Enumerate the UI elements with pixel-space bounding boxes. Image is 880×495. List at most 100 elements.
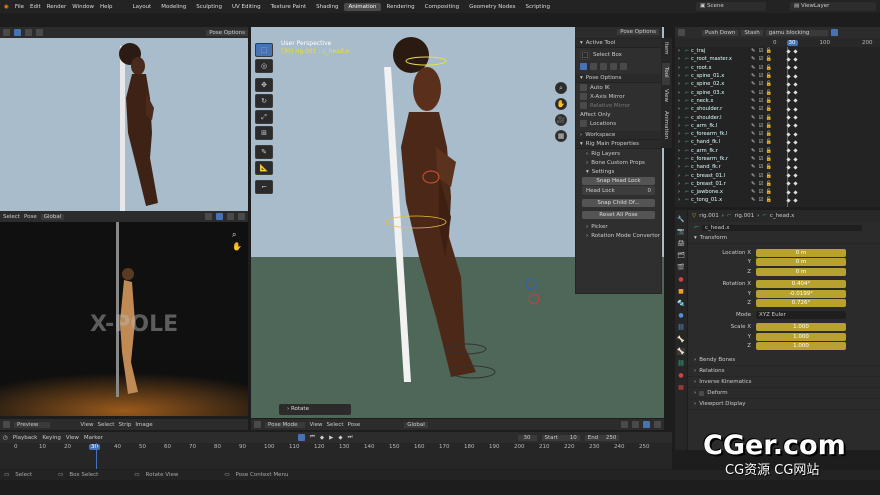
tab-texture-paint[interactable]: Texture Paint [267,3,311,11]
keyframe-row[interactable] [786,123,798,128]
rig-layers-row[interactable]: › Rig Layers [576,149,661,158]
vp-pose-menu[interactable]: Pose [348,422,361,428]
snap-child-of-button[interactable]: Snap Child Of... [582,199,655,207]
keyframe-row[interactable] [786,73,798,79]
shading-wire-icon[interactable] [205,213,212,220]
tab-item[interactable]: Item [662,38,670,63]
edit-icon[interactable]: ✎ [749,123,757,129]
edit-icon[interactable]: ✎ [749,98,757,104]
channel-row[interactable]: › ⌐ c_breast_01.l ✎ ☑ 🔓 [675,171,880,179]
left-top-viewport[interactable] [0,38,248,211]
reset-all-pose-button[interactable]: Reset All Pose [582,211,655,219]
start-frame-field[interactable]: Start 10 [541,434,580,441]
bc-object[interactable]: rig.001 [699,213,719,219]
vp-orientation-dropdown[interactable]: Global [404,421,428,428]
expand-icon[interactable]: › [675,156,683,162]
end-frame-field[interactable]: End 250 [584,434,620,441]
mode-invert-icon[interactable] [610,63,617,70]
keyframe-icon[interactable] [786,165,791,170]
blender-logo-icon[interactable]: ◉ [4,4,9,10]
keyframe-row[interactable] [786,131,798,137]
ds-current-frame[interactable]: 30 [786,39,798,46]
pose-options-section[interactable]: ▾ Pose Options [576,74,661,83]
locations-row[interactable]: Locations [576,119,661,128]
snap-head-lock-button[interactable]: Snap Head Lock [582,177,655,185]
keyframe-icon[interactable] [786,173,791,178]
bc-armature[interactable]: rig.001 [735,213,755,219]
keyframe-row[interactable] [786,190,798,195]
xray-icon[interactable] [632,421,639,428]
tab-geometry-nodes[interactable]: Geometry Nodes [465,3,519,11]
keyframe-row[interactable] [786,165,798,170]
keyframe-icon[interactable] [786,115,791,120]
scene-props-icon[interactable]: 🎬 [677,264,684,271]
expand-icon[interactable]: › [675,123,683,129]
keyframe-icon[interactable] [793,49,798,54]
workspace-section[interactable]: › Workspace [576,131,661,140]
render-props-icon[interactable]: 📷 [677,228,684,235]
lock-icon[interactable]: 🔓 [765,131,773,137]
move-tool-icon[interactable]: ✥ [255,78,273,92]
rotate-tool-icon[interactable]: ↻ [255,94,273,108]
rotation-mode-row[interactable]: › Rotation Mode Convertor [576,231,661,240]
mute-checkbox-icon[interactable]: ☑ [757,65,765,71]
seq-strip-menu[interactable]: Strip [118,422,131,428]
mute-checkbox-icon[interactable]: ☑ [757,164,765,170]
armature-data-icon[interactable]: 🦴 [677,336,684,343]
transform-tool-icon[interactable]: ⊞ [255,126,273,140]
deform-section[interactable]: › Deform [688,388,880,399]
bone-tool-icon[interactable]: ⌐ [255,180,273,194]
keyframe-icon[interactable] [793,82,798,87]
picker-row[interactable]: › Picker [576,222,661,231]
ortho-toggle-icon[interactable]: ▦ [555,130,567,142]
lock-icon[interactable]: 🔓 [765,139,773,145]
hand-icon[interactable]: ✋ [232,242,242,251]
viewport-editor-icon[interactable] [254,421,261,428]
locations-checkbox[interactable] [580,120,587,127]
channel-row[interactable]: › ⌐ c_forearm_fk.l ✎ ☑ 🔓 [675,130,880,138]
expand-icon[interactable]: › [675,139,683,145]
bone-props-icon[interactable]: 🦴 [677,348,685,355]
expand-icon[interactable]: › [675,197,683,203]
tab-rendering[interactable]: Rendering [383,3,419,11]
channel-row[interactable]: › ⌐ c_arm_fk.r ✎ ☑ 🔓 [675,147,880,155]
lock-icon[interactable]: 🔓 [765,115,773,121]
edit-icon[interactable]: ✎ [749,181,757,187]
mode-intersect-icon[interactable] [620,63,627,70]
view-layer-props-icon[interactable]: 🗂 [677,252,685,259]
bone-constraint-icon[interactable]: ⛓ [677,360,685,367]
channel-row[interactable]: › ⌐ c_arm_fk.l ✎ ☑ 🔓 [675,122,880,130]
tab-shading[interactable]: Shading [312,3,342,11]
channel-row[interactable]: › ⌐ c_root.x ✎ ☑ 🔓 [675,64,880,72]
channel-row[interactable]: › ⌐ c_hand_fk.l ✎ ☑ 🔓 [675,138,880,146]
channel-row[interactable]: › ⌐ c_shoulder.l ✎ ☑ 🔓 [675,113,880,121]
tab-sculpting[interactable]: Sculpting [192,3,226,11]
keyframe-icon[interactable] [786,107,791,112]
menu-window[interactable]: Window [72,4,94,10]
expand-icon[interactable]: › [675,106,683,112]
orientation-dropdown[interactable]: Global [40,213,65,220]
keyframe-icon[interactable] [786,198,791,203]
lock-icon[interactable]: 🔓 [765,164,773,170]
mute-checkbox-icon[interactable]: ☑ [757,156,765,162]
keyframe-icon[interactable] [793,123,798,128]
lock-icon[interactable]: 🔓 [765,189,773,195]
edit-icon[interactable]: ✎ [749,106,757,112]
keyframe-icon[interactable] [793,131,798,137]
lock-icon[interactable]: 🔓 [765,90,773,96]
keyframe-row[interactable] [786,90,798,95]
annotate-tool-icon[interactable]: ✎ [255,145,273,159]
lock-icon[interactable]: 🔓 [765,197,773,203]
fake-user-icon[interactable] [830,29,838,36]
mute-checkbox-icon[interactable]: ☑ [757,56,765,62]
channel-row[interactable]: › ⌐ c_neck.x ✎ ☑ 🔓 [675,97,880,105]
select-box-tool-icon[interactable]: ⬚ [255,43,273,57]
lock-icon[interactable]: 🔓 [765,73,773,79]
mute-checkbox-icon[interactable]: ☑ [757,81,765,87]
select-subtract-icon[interactable] [36,29,43,36]
edit-icon[interactable]: ✎ [749,65,757,71]
lock-icon[interactable]: 🔓 [765,106,773,112]
playback-menu[interactable]: Playback [13,435,38,441]
current-frame-field[interactable]: 30 [517,434,537,441]
keyframe-icon[interactable] [786,140,791,145]
